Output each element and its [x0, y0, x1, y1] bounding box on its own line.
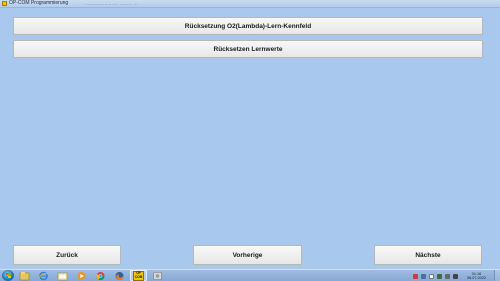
app-tray-icon[interactable] [420, 273, 426, 279]
volume-icon[interactable] [452, 273, 458, 279]
taskbar-internet-explorer[interactable] [35, 270, 52, 281]
reset-learn-values-button[interactable]: Rücksetzen Lernwerte [13, 40, 483, 58]
next-button[interactable]: Nächste [374, 245, 482, 265]
main-content: Rücksetzung O2(Lambda)-Lern-Kennfeld Rüc… [0, 8, 500, 269]
taskbar-firefox[interactable] [111, 270, 128, 281]
explorer-icon [19, 271, 30, 280]
flag-icon[interactable] [428, 273, 434, 279]
network-icon[interactable] [436, 273, 442, 279]
internet-explorer-icon [38, 271, 49, 280]
firefox-icon [115, 271, 124, 280]
reset-o2-lambda-button[interactable]: Rücksetzung O2(Lambda)-Lern-Kennfeld [13, 17, 483, 35]
taskbar-settings[interactable] [149, 270, 166, 281]
chrome-icon [96, 271, 105, 280]
window-caption: ........................ ......... ... [85, 1, 138, 7]
folder-icon [57, 272, 68, 280]
taskbar-explorer[interactable] [16, 270, 33, 281]
title-bar: OP-COM Programmierung ..................… [0, 0, 500, 8]
media-player-icon [77, 271, 86, 280]
clock[interactable]: 01:16 06.07.2022 [467, 272, 486, 281]
system-tray: 01:16 06.07.2022 [412, 270, 486, 281]
previous-button[interactable]: Vorherige [193, 245, 302, 265]
back-button[interactable]: Zurück [13, 245, 121, 265]
taskbar-folder[interactable] [54, 270, 71, 281]
taskbar-opcom[interactable]: OP COM [130, 270, 147, 281]
settings-icon [153, 271, 162, 280]
taskbar-media-player[interactable] [73, 270, 90, 281]
start-button[interactable] [2, 270, 14, 281]
warning-icon[interactable] [412, 273, 418, 279]
power-icon[interactable] [444, 273, 450, 279]
show-desktop-button[interactable] [494, 270, 500, 281]
opcom-label-2: COM [134, 274, 143, 279]
opcom-icon: OP COM [133, 270, 144, 281]
clock-date: 06.07.2022 [466, 276, 486, 280]
app-icon [2, 1, 7, 6]
taskbar: OP COM 01:16 06.07.2022 [0, 269, 500, 281]
taskbar-chrome[interactable] [92, 270, 109, 281]
windows-logo-icon [5, 273, 11, 278]
window-title: OP-COM Programmierung [9, 0, 69, 6]
